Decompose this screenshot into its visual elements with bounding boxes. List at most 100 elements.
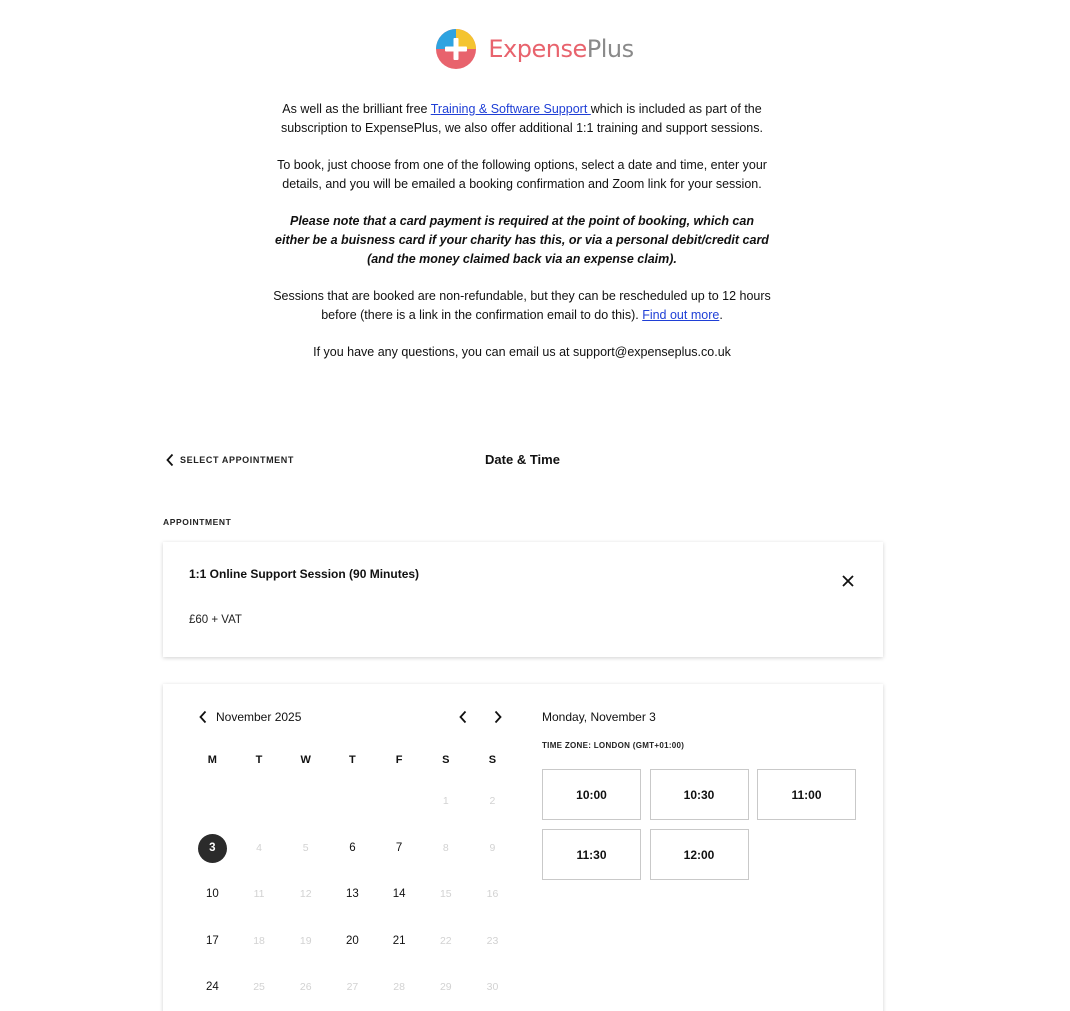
calendar-day-number: 13	[346, 888, 359, 901]
weekday-label: S	[488, 754, 497, 766]
selected-date-label: Monday, November 3	[542, 710, 656, 724]
calendar-day[interactable]: 13	[329, 880, 376, 908]
calendar-day-unavailable: 25	[236, 973, 283, 1001]
calendar-day-number: 18	[253, 934, 265, 947]
calendar-day-unavailable: 22	[422, 927, 469, 955]
calendar-day-unavailable: 23	[469, 927, 516, 955]
chevron-left-icon[interactable]	[198, 710, 208, 724]
brand-name: ExpensePlus	[488, 35, 634, 63]
calendar-day-number: 25	[253, 981, 265, 994]
time-slot-button[interactable]: 10:30	[649, 769, 749, 820]
calendar-day-number: 6	[349, 841, 356, 854]
calendar-day[interactable]: 10	[189, 880, 236, 908]
calendar-day-unavailable: 18	[236, 927, 283, 955]
weekday-label: S	[442, 754, 450, 766]
calendar-day[interactable]: 24	[189, 973, 236, 1001]
header-logo: ExpensePlus	[0, 28, 1070, 70]
calendar-day-number: 19	[299, 934, 312, 947]
calendar-day-number: 24	[205, 981, 219, 994]
appointment-price: £60 + VAT	[189, 614, 242, 626]
calendar-day-number: 22	[439, 934, 452, 947]
calendar-day-unavailable: 16	[469, 880, 516, 908]
calendar-day-number: 20	[346, 934, 359, 947]
weekday-label: W	[300, 754, 311, 766]
timezone-label[interactable]: TIME ZONE: LONDON (GMT+01:00)	[542, 741, 684, 750]
payment-note: Please note that a card payment is requi…	[275, 214, 769, 266]
calendar-day-unavailable: 5	[282, 834, 329, 862]
calendar-day-number: 5	[302, 841, 309, 854]
calendar-day-number: 1	[442, 795, 449, 808]
weekday-header: MTWTFSS	[189, 754, 516, 766]
appointment-card: 1:1 Online Support Session (90 Minutes) …	[163, 542, 883, 657]
calendar-day-selected[interactable]: 3	[189, 833, 236, 863]
time-slot-button[interactable]: 11:30	[542, 829, 641, 880]
time-slot-button[interactable]: 12:00	[649, 829, 749, 880]
calendar-day-unavailable: 28	[376, 973, 423, 1001]
close-icon[interactable]	[841, 574, 855, 588]
find-out-more-link[interactable]: Find out more	[642, 308, 719, 322]
calendar-day-number: 23	[486, 934, 499, 947]
calendar-day-number: 17	[205, 934, 219, 947]
weekday-label: T	[255, 754, 263, 766]
calendar-day[interactable]: 6	[329, 834, 376, 862]
calendar-week-row: 12	[189, 778, 516, 825]
time-slot-button[interactable]: 11:00	[757, 769, 856, 820]
calendar-day-number: 14	[392, 888, 406, 901]
calendar-day[interactable]: 17	[189, 927, 236, 955]
calendar-day-number: 12	[299, 888, 312, 901]
calendar-day-unavailable: 2	[469, 787, 516, 815]
calendar-day-number: 11	[253, 888, 265, 901]
calendar-day-number: 4	[256, 841, 262, 854]
calendar-day[interactable]: 14	[376, 880, 423, 908]
intro-paragraph-5: If you have any questions, you can email…	[313, 345, 731, 359]
calendar-day-unavailable: 4	[236, 834, 283, 862]
calendar-day-number: 15	[439, 888, 452, 901]
month-label: November 2025	[216, 710, 302, 724]
training-support-link[interactable]: Training & Software Support	[431, 102, 591, 116]
previous-month-icon[interactable]	[457, 710, 469, 724]
calendar-day-number: 7	[395, 841, 403, 854]
calendar-day-unavailable: 1	[422, 787, 469, 815]
intro-paragraph-4: Sessions that are booked are non-refunda…	[273, 289, 771, 322]
calendar-day-number: 8	[442, 841, 449, 854]
calendar-day-unavailable: 30	[469, 973, 516, 1001]
weekday-label: M	[207, 754, 217, 766]
calendar-day-unavailable: 27	[329, 973, 376, 1001]
intro-paragraph-2: To book, just choose from one of the fol…	[277, 158, 767, 191]
calendar-day[interactable]: 21	[376, 927, 423, 955]
time-slot-button[interactable]: 10:00	[542, 769, 641, 820]
calendar-day-number: 10	[205, 888, 219, 901]
calendar-day[interactable]: 7	[376, 834, 423, 862]
calendar-day-unavailable: 26	[282, 973, 329, 1001]
calendar-day-unavailable: 12	[282, 880, 329, 908]
calendar-day-number: 21	[392, 934, 406, 947]
page-title: Date & Time	[485, 452, 560, 467]
calendar-day-number: 27	[346, 981, 359, 994]
calendar-day-number: 16	[486, 888, 499, 901]
calendar-day[interactable]: 20	[329, 927, 376, 955]
weekday-label: F	[395, 754, 403, 766]
calendar-day-number: 30	[486, 981, 499, 994]
month-header: November 2025	[198, 710, 301, 724]
calendar-day-unavailable: 11	[236, 880, 283, 908]
calendar-day-number: 9	[489, 841, 496, 854]
calendar-day-number: 29	[439, 981, 452, 994]
calendar-day-unavailable: 9	[469, 834, 516, 862]
calendar-day-number: 28	[393, 981, 405, 994]
time-slot-list: 10:00 10:30 11:00 11:30 12:00	[542, 769, 862, 889]
appointment-name: 1:1 Online Support Session (90 Minutes)	[189, 567, 420, 581]
intro-paragraph-1: As well as the brilliant free Training &…	[280, 102, 763, 135]
calendar-day-number: 26	[299, 981, 312, 994]
calendar-day-unavailable: 19	[282, 927, 329, 955]
calendar-week-row: 17 18 19 20 21 22 23	[189, 918, 516, 965]
expenseplus-logo-icon	[436, 29, 477, 69]
appointment-section-label: APPOINTMENT	[163, 517, 232, 527]
calendar-card: November 2025 MTWTFSS 1 2 3 4 5 6 7 8 9 10 11 12 13 1…	[163, 684, 883, 1011]
next-month-icon[interactable]	[492, 710, 504, 724]
calendar-week-row: 10 11 12 13 14 15 16	[189, 871, 516, 918]
calendar-week-row: 24 25 26 27 28 29 30	[189, 964, 516, 1011]
calendar-day-unavailable: 29	[422, 973, 469, 1001]
intro-text: As well as the brilliant free Training &…	[272, 100, 772, 380]
calendar-day-number: 2	[489, 795, 496, 808]
calendar-grid: 1 2 3 4 5 6 7 8 9 10 11 12 13 14 15 16 17 18 19 20 21 22 23 24 2…	[189, 778, 516, 1011]
